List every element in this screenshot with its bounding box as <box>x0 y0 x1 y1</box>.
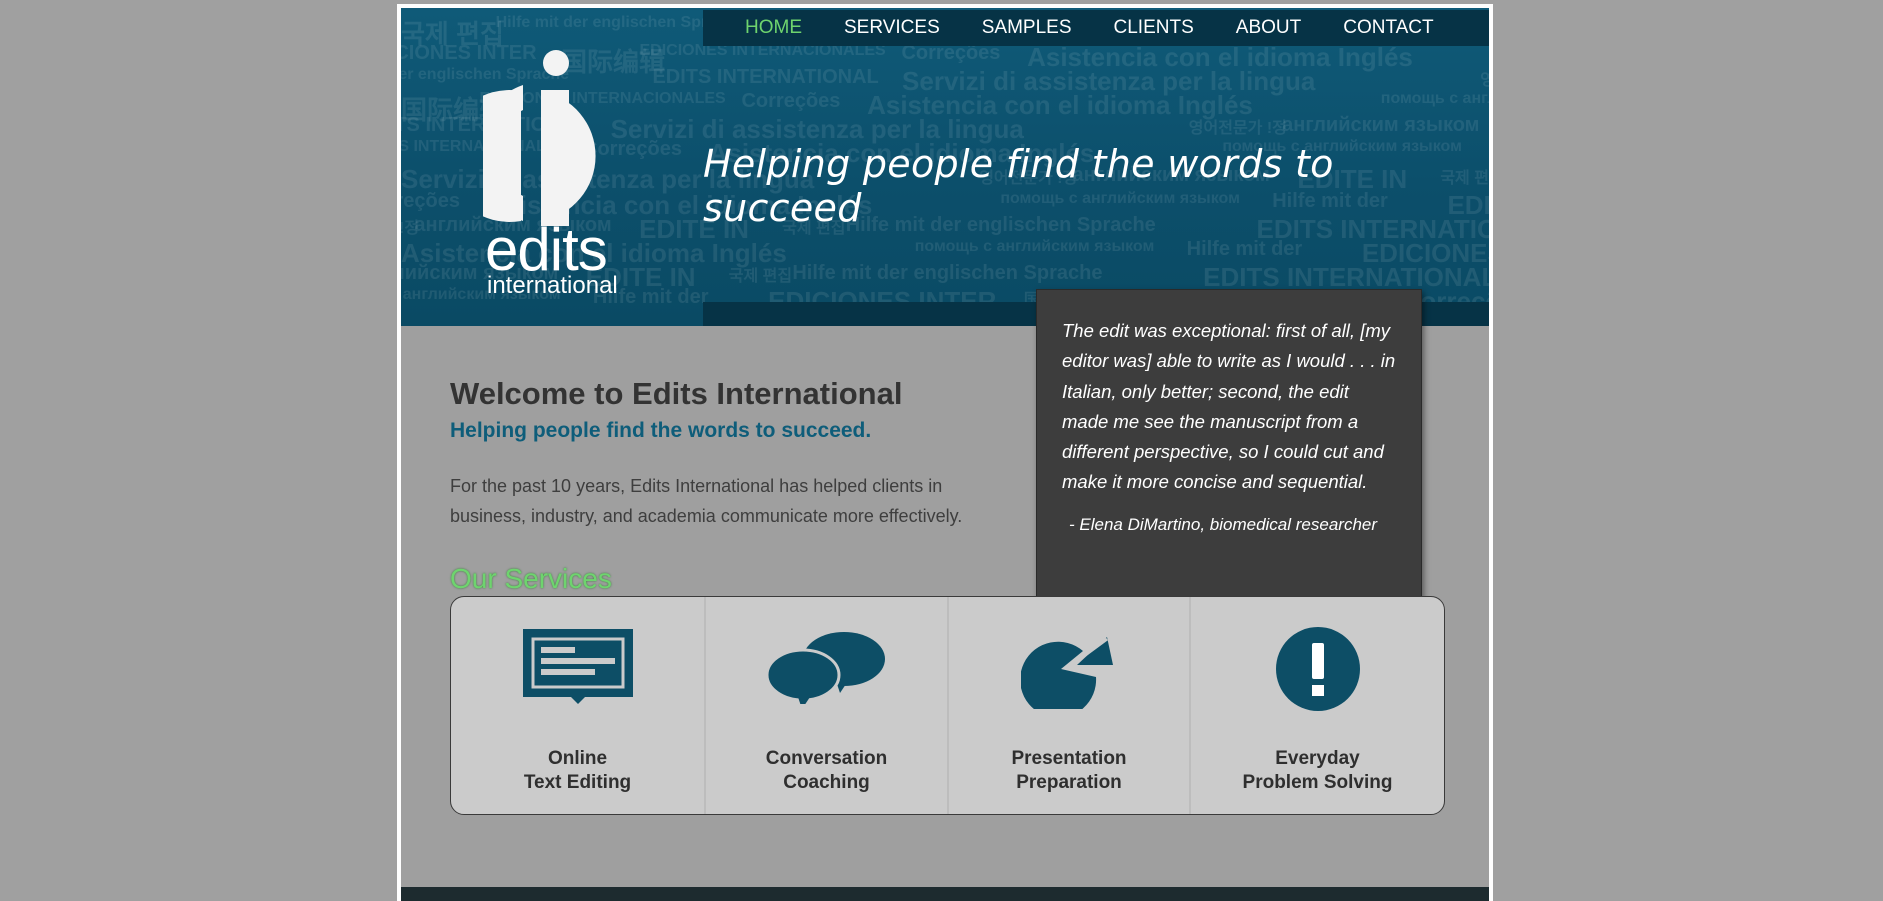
monitor-icon <box>522 629 633 709</box>
banner-bg-word: 영어전문가 !정 <box>1480 72 1489 89</box>
service-label-line2: Coaching <box>783 772 870 793</box>
logo-text-international: international <box>487 272 618 299</box>
service-conversation-coaching[interactable]: Conversation Coaching <box>704 597 947 814</box>
service-label-line2: Preparation <box>1016 772 1122 793</box>
banner-bg-word: помощь с английским языком <box>1380 90 1489 107</box>
speech-bubbles-icon <box>765 629 886 709</box>
testimonial-quote: The edit was exceptional: first of all, … <box>1062 320 1396 493</box>
service-label-line1: Everyday <box>1275 748 1360 769</box>
pie-chart-icon <box>1020 629 1117 718</box>
banner-bg-word: Hilfe mit der englischen Sprache <box>792 262 1103 284</box>
service-online-text-editing[interactable]: Online Text Editing <box>451 597 704 814</box>
intro-paragraph: For the past 10 years, Edits Internation… <box>450 476 963 526</box>
page-title: Welcome to Edits International <box>450 376 903 411</box>
footer-bar <box>401 887 1489 901</box>
service-label-line1: Presentation <box>1011 748 1127 769</box>
services-panel: Online Text Editing Conversation Coachin… <box>450 596 1445 815</box>
header-banner: 국제 편집Hilfe mit der englischen Sprache EDI… <box>401 8 1489 326</box>
nav-clients[interactable]: CLIENTS <box>1114 17 1194 39</box>
service-label-line2: Text Editing <box>523 772 632 793</box>
nav-home[interactable]: HOME <box>745 17 802 39</box>
service-label-line1: Online <box>547 748 608 769</box>
service-label-line1: Conversation <box>765 748 888 769</box>
page-subtitle: Helping people find the words to succeed… <box>450 419 872 442</box>
banner-bg-word: Correções <box>741 90 841 112</box>
page-frame: 국제 편집Hilfe mit der englischen Sprache EDI… <box>397 4 1493 901</box>
banner-bg-word: Hilfe mit der <box>1186 238 1303 260</box>
banner-bg-word: 국제 편집 <box>728 268 793 285</box>
banner-bg-word: помощь с английским языком <box>914 238 1155 255</box>
nav-services[interactable]: SERVICES <box>844 17 940 39</box>
page: 국제 편집Hilfe mit der englischen Sprache EDI… <box>401 8 1489 901</box>
logo-text-edits: edits <box>485 216 608 283</box>
service-presentation-preparation[interactable]: Presentation Preparation <box>947 597 1189 814</box>
main-nav: HOME SERVICES SAMPLES CLIENTS ABOUT CONTACT <box>703 10 1489 46</box>
service-everyday-problem-solving[interactable]: Everyday Problem Solving <box>1189 597 1444 814</box>
testimonial-box: The edit was exceptional: first of all, … <box>1036 289 1422 599</box>
banner-bg-word: Correções <box>401 190 460 212</box>
services-heading: Our Services <box>450 563 612 594</box>
nav-contact[interactable]: CONTACT <box>1343 17 1433 39</box>
nav-samples[interactable]: SAMPLES <box>982 17 1072 39</box>
banner-bg-word: 영어전문가 !정 <box>1188 120 1287 137</box>
banner-bg-word: английским языком <box>1282 114 1480 136</box>
banner-bg-word: EDITS INTERNATIONAL <box>652 66 879 88</box>
testimonial-author: - Elena DiMartino, biomedical researcher <box>1069 514 1378 534</box>
exclamation-icon <box>1274 627 1362 718</box>
header-tagline: Helping people find the words to succeed <box>703 142 1334 230</box>
service-label-line2: Problem Solving <box>1242 772 1393 793</box>
nav-about[interactable]: ABOUT <box>1236 17 1301 39</box>
